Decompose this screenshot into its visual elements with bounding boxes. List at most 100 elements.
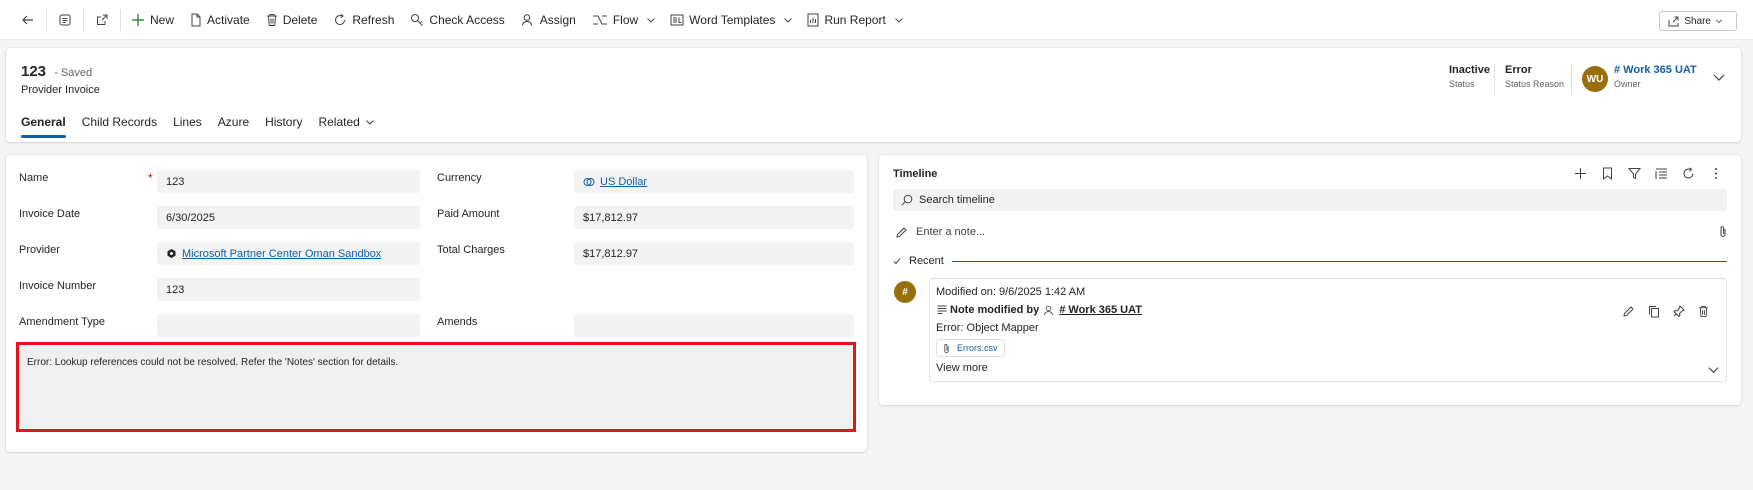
assign-button[interactable]: Assign: [513, 4, 584, 36]
status-reason-label: Status Reason: [1505, 79, 1565, 89]
more-vertical-icon: [1714, 168, 1717, 179]
form-tabs: General Child Records Lines Azure Histor…: [21, 110, 391, 138]
flow-dropdown[interactable]: [646, 4, 662, 36]
currency-field[interactable]: US Dollar: [574, 170, 854, 193]
status-value: Inactive: [1449, 64, 1490, 76]
recent-group-header[interactable]: Recent: [893, 253, 1727, 269]
word-templates-button[interactable]: Word Templates: [662, 4, 783, 36]
owner-label: Owner: [1614, 79, 1641, 89]
refresh-timeline-button[interactable]: [1675, 167, 1702, 180]
error-message-box: Error: Lookup references could not be re…: [16, 342, 856, 432]
timeline-panel: Timeline Search timeline Enter a note...…: [879, 155, 1741, 405]
pin-note-button[interactable]: [1666, 305, 1691, 318]
share-button[interactable]: Share: [1659, 11, 1737, 31]
total-charges-label: Total Charges: [437, 244, 505, 256]
back-button[interactable]: [12, 4, 44, 36]
edit-note-button[interactable]: [1616, 305, 1641, 318]
attach-file-button[interactable]: [1719, 225, 1727, 241]
check-collapse-icon: [893, 258, 901, 265]
view-more-link[interactable]: View more: [936, 362, 988, 374]
word-templates-dropdown[interactable]: [783, 4, 799, 36]
word-templates-label: Word Templates: [689, 12, 776, 27]
run-report-dropdown[interactable]: [894, 4, 910, 36]
save-status: - Saved: [54, 67, 93, 79]
flow-button[interactable]: Flow: [584, 4, 646, 36]
tab-history[interactable]: History: [265, 110, 302, 134]
run-report-button[interactable]: Run Report: [799, 4, 893, 36]
document-icon: [191, 13, 201, 26]
refresh-button[interactable]: Refresh: [325, 4, 402, 36]
timeline-search-input[interactable]: Search timeline: [893, 189, 1727, 211]
trash-icon: [266, 13, 277, 26]
tab-general[interactable]: General: [21, 110, 66, 138]
record-title: 123: [21, 63, 47, 80]
total-charges-field[interactable]: $17,812.97: [574, 242, 854, 265]
post-subject: Error: Object Mapper: [936, 322, 1039, 334]
currency-label: Currency: [437, 172, 482, 184]
owner-link[interactable]: # Work 365 UAT: [1614, 64, 1697, 76]
chevron-down-icon: [1713, 74, 1725, 81]
bookmark-button[interactable]: [1594, 167, 1621, 180]
chevron-down-icon: [647, 17, 656, 23]
attachment-chip[interactable]: Errors.csv: [936, 339, 1005, 357]
form-view-button[interactable]: [49, 4, 81, 36]
share-icon: [1668, 16, 1679, 26]
header-expand-button[interactable]: [1712, 70, 1726, 87]
timeline-actions: [1567, 167, 1729, 180]
filter-button[interactable]: [1621, 167, 1648, 180]
trash-icon: [1698, 306, 1709, 317]
currency-icon: [583, 177, 595, 186]
invoice-number-field[interactable]: 123: [157, 278, 420, 301]
flow-icon: [592, 15, 607, 24]
paid-amount-field[interactable]: $17,812.97: [574, 206, 854, 229]
amendment-type-field[interactable]: [157, 314, 420, 337]
tab-child-records[interactable]: Child Records: [82, 110, 157, 134]
amends-field[interactable]: [574, 314, 854, 337]
check-access-label: Check Access: [429, 12, 505, 27]
post-actions: [1616, 305, 1716, 318]
delete-note-button[interactable]: [1691, 305, 1716, 318]
invoice-date-field[interactable]: 6/30/2025: [157, 206, 420, 229]
entity-name: Provider Invoice: [21, 84, 100, 96]
name-field[interactable]: 123: [157, 170, 420, 193]
provider-record-icon: [167, 249, 176, 258]
divider: [1571, 64, 1572, 94]
expand-post-button[interactable]: [1707, 363, 1720, 379]
person-icon: [1044, 305, 1054, 315]
provider-link[interactable]: Microsoft Partner Center Oman Sandbox: [182, 248, 381, 260]
bookmark-icon: [1603, 167, 1612, 180]
error-message: Error: Lookup references could not be re…: [27, 357, 399, 368]
list-view-button[interactable]: [1648, 167, 1675, 180]
header-owner: # Work 365 UAT Owner: [1614, 64, 1697, 89]
new-button[interactable]: New: [123, 4, 182, 36]
divider: [951, 260, 1727, 262]
activate-button[interactable]: Activate: [182, 4, 258, 36]
post-modified-date: Modified on: 9/6/2025 1:42 AM: [936, 286, 1086, 298]
add-activity-button[interactable]: [1567, 167, 1594, 180]
name-label: Name: [19, 172, 49, 184]
post-author-link[interactable]: # Work 365 UAT: [1059, 304, 1142, 316]
divider: [83, 8, 84, 31]
copy-icon: [1648, 306, 1659, 318]
provider-field[interactable]: Microsoft Partner Center Oman Sandbox: [157, 242, 420, 265]
tab-related[interactable]: Related: [318, 110, 374, 134]
currency-link[interactable]: US Dollar: [600, 176, 647, 188]
pencil-icon: [896, 226, 907, 238]
tab-lines[interactable]: Lines: [173, 110, 202, 134]
status-label: Status: [1449, 79, 1475, 89]
search-icon: [901, 194, 913, 206]
open-new-window-button[interactable]: [86, 4, 118, 36]
tab-azure[interactable]: Azure: [218, 110, 249, 134]
delete-button[interactable]: Delete: [258, 4, 326, 36]
check-access-button[interactable]: Check Access: [402, 4, 512, 36]
timeline-note-post[interactable]: Modified on: 9/6/2025 1:42 AM Note modif…: [929, 278, 1727, 382]
search-placeholder: Search timeline: [919, 194, 995, 206]
copy-note-button[interactable]: [1641, 305, 1666, 318]
key-search-icon: [411, 13, 424, 26]
note-input[interactable]: Enter a note...: [895, 222, 1727, 242]
pin-icon: [1672, 305, 1685, 318]
divider: [1494, 64, 1495, 94]
amends-label: Amends: [437, 316, 478, 328]
more-options-button[interactable]: [1702, 167, 1729, 180]
chevron-down-icon: [1715, 19, 1723, 24]
